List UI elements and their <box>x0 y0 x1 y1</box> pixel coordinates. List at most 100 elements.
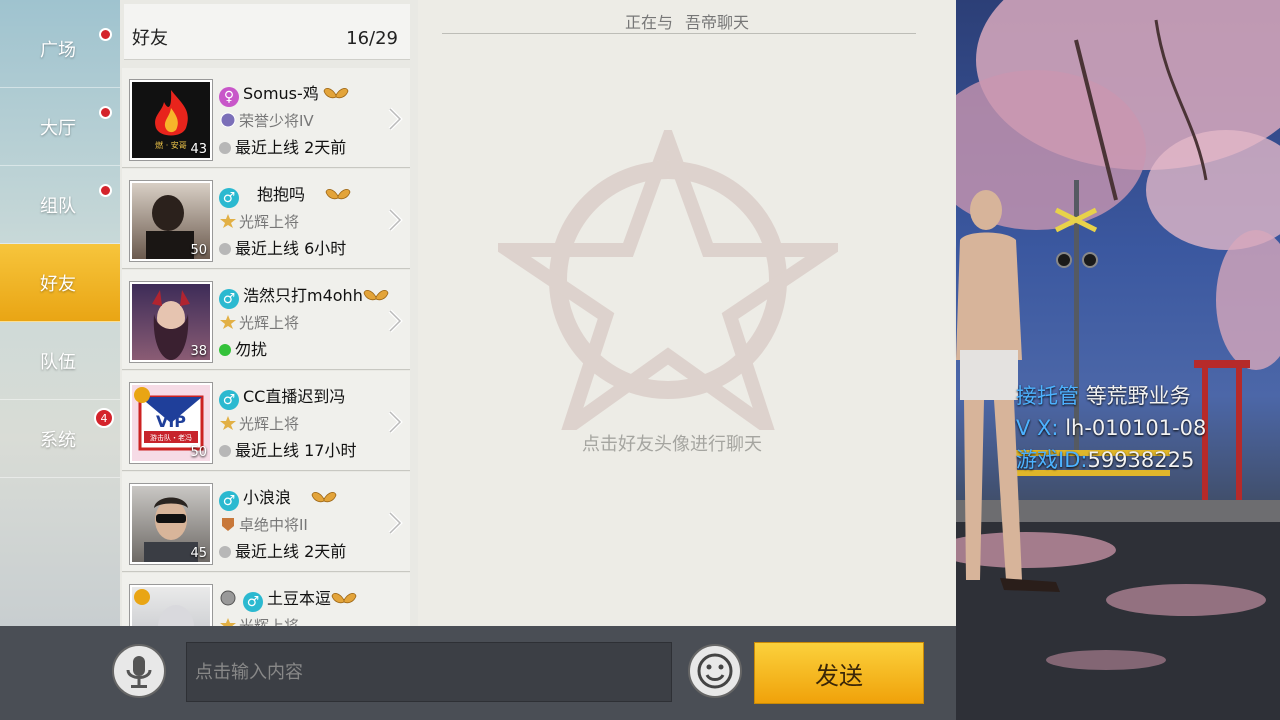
friend-row[interactable]: VIP 游击队・老冯 50 ♂ CC直播迟到冯 光辉上将 最近上线 17小时 <box>122 371 410 471</box>
friend-name-line: ♂ 小浪浪 <box>219 484 337 511</box>
avatar[interactable]: 45 <box>130 484 212 564</box>
friend-row[interactable]: ♂ 土豆本逗 光辉上将 <box>122 573 410 626</box>
chat-empty-hint: 点击好友头像进行聊天 <box>582 434 762 455</box>
player-level: 45 <box>190 546 207 561</box>
notification-badge: 4 <box>94 408 114 428</box>
friend-status: 最近上线 17小时 <box>235 441 357 460</box>
notification-dot <box>99 28 112 41</box>
nav-item-plaza[interactable]: 广场 <box>0 10 120 88</box>
player-level: 50 <box>190 243 207 258</box>
friend-status: 最近上线 6小时 <box>235 239 347 258</box>
overlay-value: lh-010101-08 <box>1065 416 1207 440</box>
emoji-button[interactable] <box>688 644 742 698</box>
friend-name: 抱抱吗 <box>257 185 306 204</box>
friend-list-panel: 好友 16/29 燃 · 安哥 43 ♀ Somus-鸡 荣誉少将IV 最近上线 … <box>120 0 419 626</box>
wings-icon <box>311 491 337 503</box>
friend-rank-line: 卓绝中将II <box>219 514 308 535</box>
chevron-right-icon[interactable] <box>386 308 404 334</box>
overlay-key: 游戏ID: <box>1016 448 1088 472</box>
friend-rank: 光辉上将 <box>239 213 300 231</box>
friend-rank-line: 光辉上将 <box>219 615 299 626</box>
friend-row[interactable]: 38 ♂ 浩然只打m4ohh 光辉上将 勿扰 <box>122 270 410 370</box>
divider <box>442 33 916 34</box>
player-level: 38 <box>190 344 207 359</box>
avatar[interactable] <box>130 585 212 626</box>
friend-rank: 光辉上将 <box>239 314 300 332</box>
male-icon: ♂ <box>219 188 239 208</box>
friend-status-line: 最近上线 17小时 <box>219 437 356 461</box>
chevron-right-icon[interactable] <box>386 409 404 435</box>
friend-list-title: 好友 <box>132 28 168 49</box>
microphone-icon <box>126 656 152 688</box>
chat-partner-name: 吾帝聊天 <box>685 13 750 32</box>
send-button[interactable]: 发送 <box>754 642 924 704</box>
svg-text:VIP: VIP <box>156 412 186 431</box>
chat-panel: 正在与 吾帝聊天 点击好友头像进行聊天 <box>418 0 956 626</box>
wings-icon <box>325 188 351 200</box>
friend-rank-line: 光辉上将 <box>219 312 299 333</box>
friend-status-line: 最近上线 2天前 <box>219 134 346 158</box>
online-dot <box>219 344 231 356</box>
avatar[interactable]: 50 <box>130 181 212 261</box>
nav-label: 队伍 <box>40 351 76 373</box>
rank-badge-icon <box>222 518 234 531</box>
friend-row[interactable]: 50 ♂ 抱抱吗 光辉上将 最近上线 6小时 <box>122 169 410 269</box>
overlay-value: 59938225 <box>1087 448 1195 472</box>
overlay-line: V X: lh-010101-08 <box>1016 412 1280 444</box>
chat-title-prefix: 正在与 <box>624 13 673 32</box>
male-icon: ♂ <box>219 390 239 410</box>
nav-item-system[interactable]: 系统 4 <box>0 400 120 478</box>
nav-label: 大厅 <box>40 117 76 139</box>
male-icon: ♂ <box>219 491 239 511</box>
voice-button[interactable] <box>112 644 166 698</box>
friend-name-line: ♂ CC直播迟到冯 <box>219 383 345 410</box>
friend-name: CC直播迟到冯 <box>243 387 346 406</box>
friend-name: 浩然只打m4ohh <box>243 286 363 305</box>
friend-list-header: 好友 16/29 <box>124 4 410 60</box>
chat-input-bar: 发送 <box>0 626 956 720</box>
character-portrait-icon <box>134 589 194 626</box>
friend-rank-line: 光辉上将 <box>219 413 299 434</box>
female-icon: ♀ <box>219 87 239 107</box>
avatar[interactable]: 38 <box>130 282 212 362</box>
avatar[interactable]: VIP 游击队・老冯 50 <box>130 383 212 463</box>
friend-rank: 光辉上将 <box>239 415 300 433</box>
friend-name: 小浪浪 <box>243 488 292 507</box>
friend-row[interactable]: 45 ♂ 小浪浪 卓绝中将II 最近上线 2天前 <box>122 472 410 572</box>
chevron-right-icon[interactable] <box>386 106 404 132</box>
rank-badge-icon <box>220 618 236 626</box>
friend-rank: 光辉上将 <box>239 617 300 626</box>
nav-item-squad[interactable]: 队伍 <box>0 322 120 400</box>
smiley-icon <box>697 653 733 689</box>
friend-name: 土豆本逗 <box>267 589 332 608</box>
friend-rank-line: 荣誉少将IV <box>219 110 314 131</box>
friend-name-line: ♀ Somus-鸡 <box>219 80 349 107</box>
friend-name-line: ♂ 浩然只打m4ohh <box>219 282 389 309</box>
game-scene <box>956 0 1280 720</box>
friend-status: 勿扰 <box>235 340 268 359</box>
avatar[interactable]: 燃 · 安哥 43 <box>130 80 212 160</box>
nav-item-friends[interactable]: 好友 <box>0 244 120 322</box>
rank-badge-icon <box>220 214 236 228</box>
offline-dot <box>219 546 231 558</box>
friend-rank-line: 光辉上将 <box>219 211 299 232</box>
rank-badge-icon <box>220 315 236 329</box>
offline-dot <box>219 445 231 457</box>
overlay-value: 等荒野业务 <box>1085 384 1191 408</box>
medal-icon <box>220 590 236 606</box>
nav-item-lobby[interactable]: 大厅 <box>0 88 120 166</box>
nav-item-team-up[interactable]: 组队 <box>0 166 120 244</box>
friend-status: 最近上线 2天前 <box>235 138 347 157</box>
wings-icon <box>363 289 389 301</box>
friend-status-line: 最近上线 6小时 <box>219 235 346 259</box>
message-input[interactable] <box>186 642 672 702</box>
chevron-right-icon[interactable] <box>386 510 404 536</box>
player-level: 43 <box>190 142 207 157</box>
chevron-right-icon[interactable] <box>386 207 404 233</box>
stream-overlay-text: 接托管 等荒野业务 V X: lh-010101-08 游戏ID:5993822… <box>1016 380 1280 476</box>
friend-row[interactable]: 燃 · 安哥 43 ♀ Somus-鸡 荣誉少将IV 最近上线 2天前 <box>122 68 410 168</box>
friend-name-line: ♂ 抱抱吗 <box>219 181 351 208</box>
male-icon: ♂ <box>219 289 239 309</box>
overlay-key: V X: <box>1016 416 1059 440</box>
offline-dot <box>219 142 231 154</box>
